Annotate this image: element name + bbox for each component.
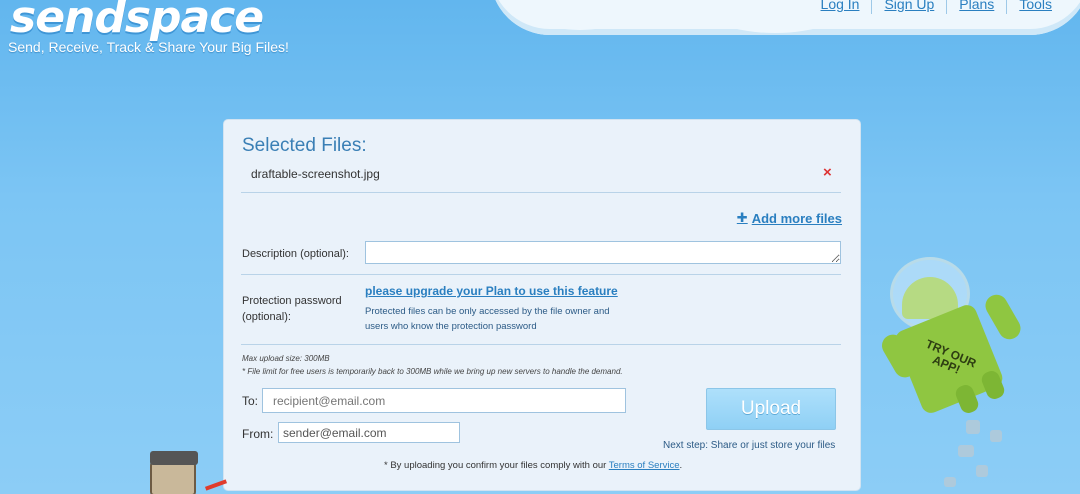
nav-plans[interactable]: Plans [946,0,1006,14]
selected-file-name: draftable-screenshot.jpg [251,167,380,181]
to-label: To: [242,394,259,408]
robot-leg [979,368,1007,402]
divider [241,274,841,275]
password-label-line2: (optional): [242,311,291,323]
add-more-files-label: Add more files [751,210,842,226]
next-step-note: Next step: Share or just store your file… [663,440,836,451]
plus-icon: ✚ [736,210,748,225]
password-label-line1: Protection password [242,295,342,307]
character-hat [150,451,198,465]
nav-sign-up[interactable]: Sign Up [871,0,946,14]
tagline: Send, Receive, Track & Share Your Big Fi… [8,39,289,55]
divider [241,192,841,193]
terms-of-service-link[interactable]: Terms of Service [609,460,680,471]
trail-puff [958,445,974,457]
terms-prefix: * By uploading you confirm your files co… [384,460,609,471]
try-our-app-mascot[interactable]: TRY OUR APP! [877,255,1030,494]
description-label: Description (optional): [242,248,349,260]
nav-tools[interactable]: Tools [1006,0,1064,14]
trail-puff [976,465,988,477]
trail-puff [966,420,980,434]
protection-note-line2: users who know the protection password [365,321,537,332]
max-upload-note: Max upload size: 300MB [242,354,330,363]
add-more-files-link[interactable]: ✚ Add more files [737,210,842,226]
top-nav: Log In Sign Up Plans Tools [809,0,1064,14]
try-our-app-label: TRY OUR APP! [920,337,979,381]
terms-suffix: . [679,460,683,471]
nav-log-in[interactable]: Log In [809,0,872,14]
trail-puff [944,477,956,487]
description-input[interactable] [365,241,841,264]
protection-note-line1: Protected files can be only accessed by … [365,306,610,317]
from-label: From: [242,427,274,441]
password-label: Protection password (optional): [242,293,342,325]
terms-note: * By uploading you confirm your files co… [384,460,682,471]
upgrade-plan-link[interactable]: please upgrade your Plan to use this fea… [365,284,618,298]
sendspace-logo[interactable]: sendspace [10,0,264,43]
trail-puff [990,430,1002,442]
recipient-email-input[interactable] [262,388,626,413]
protection-note: Protected files can be only accessed by … [365,304,655,334]
robot-arm [981,290,1025,344]
file-limit-note: * File limit for free users is temporari… [242,367,623,376]
selected-files-title: Selected Files: [242,135,367,156]
upload-button[interactable]: Upload [706,388,836,430]
upload-panel: Selected Files: draftable-screenshot.jpg… [224,120,860,490]
divider [241,344,841,345]
remove-file-icon[interactable]: × [823,164,832,181]
sender-email-input[interactable] [278,422,460,443]
